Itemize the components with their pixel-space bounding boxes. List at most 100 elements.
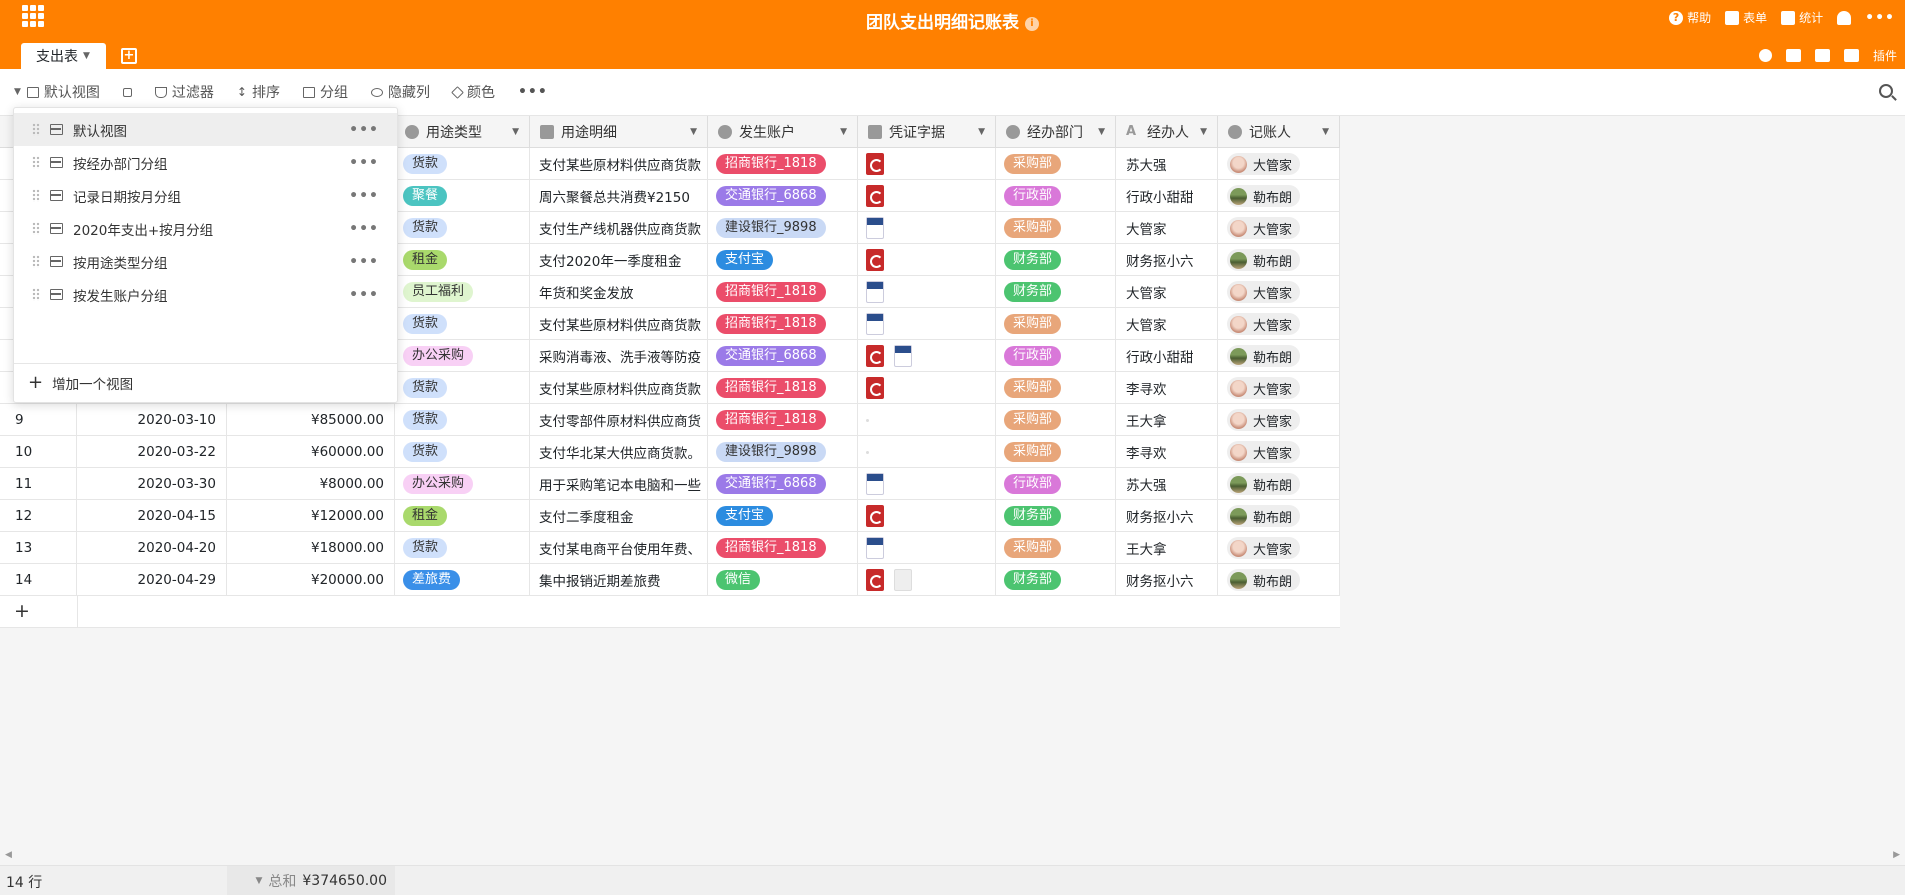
drag-handle-icon[interactable]	[32, 222, 40, 235]
add-table-button[interactable]: +	[121, 48, 137, 64]
dept-cell[interactable]: 财务部	[996, 276, 1116, 308]
dept-cell[interactable]: 财务部	[996, 244, 1116, 276]
sort-button[interactable]: ↕ 排序	[237, 82, 280, 102]
view-menu-item[interactable]: 按经办部门分组 •••	[14, 146, 397, 179]
form-button[interactable]: 表单	[1725, 9, 1767, 26]
voucher-cell[interactable]	[858, 564, 996, 596]
voucher-cell[interactable]	[858, 308, 996, 340]
dept-cell[interactable]: 财务部	[996, 500, 1116, 532]
account-cell[interactable]: 招商银行_1818	[708, 276, 858, 308]
stats-button[interactable]: 统计	[1781, 9, 1823, 26]
recorder-cell[interactable]: 大管家	[1218, 404, 1340, 436]
search-icon[interactable]	[1879, 84, 1893, 98]
date-cell[interactable]: 2020-04-29	[77, 564, 227, 596]
type-cell[interactable]: 办公采购	[395, 468, 530, 500]
table-row[interactable]: 14 2020-04-29 ¥20000.00 差旅费 集中报销近期差旅费 微信 财务部 财务…	[0, 564, 1340, 596]
chevron-down-icon[interactable]: ▼	[83, 51, 90, 61]
column-header-detail[interactable]: 用途明细 ▼	[530, 116, 708, 148]
amount-cell[interactable]: ¥8000.00	[227, 468, 395, 500]
account-cell[interactable]: 支付宝	[708, 500, 858, 532]
chevron-down-icon[interactable]: ▼	[840, 127, 847, 137]
recorder-cell[interactable]: 勒布朗	[1218, 468, 1340, 500]
recorder-cell[interactable]: 勒布朗	[1218, 564, 1340, 596]
detail-cell[interactable]: 支付某些原材料供应商货款	[530, 308, 708, 340]
horizontal-scrollbar[interactable]: ◀ ▶	[0, 847, 1905, 865]
dept-cell[interactable]: 采购部	[996, 372, 1116, 404]
view-menu-item[interactable]: 默认视图 •••	[14, 113, 397, 146]
account-cell[interactable]: 建设银行_9898	[708, 212, 858, 244]
dept-cell[interactable]: 采购部	[996, 308, 1116, 340]
voucher-cell[interactable]	[858, 148, 996, 180]
handler-cell[interactable]: 苏大强	[1116, 468, 1218, 500]
detail-cell[interactable]: 用于采购笔记本电脑和一些	[530, 468, 708, 500]
account-cell[interactable]: 招商银行_1818	[708, 308, 858, 340]
date-cell[interactable]: 2020-03-22	[77, 436, 227, 468]
chevron-down-icon[interactable]: ▼	[255, 876, 262, 886]
pdf-file-icon[interactable]	[866, 377, 884, 399]
help-button[interactable]: ? 帮助	[1669, 9, 1711, 26]
pdf-file-icon[interactable]	[866, 569, 884, 591]
column-header-voucher[interactable]: 凭证字据 ▼	[858, 116, 996, 148]
voucher-cell[interactable]	[858, 468, 996, 500]
handler-cell[interactable]: 苏大强	[1116, 148, 1218, 180]
recorder-cell[interactable]: 勒布朗	[1218, 340, 1340, 372]
voucher-cell[interactable]	[858, 436, 996, 468]
view-menu-item[interactable]: 按用途类型分组 •••	[14, 245, 397, 278]
pdf-file-icon[interactable]	[866, 185, 884, 207]
pdf-file-icon[interactable]	[866, 505, 884, 527]
amount-cell[interactable]: ¥20000.00	[227, 564, 395, 596]
tab-expense-table[interactable]: 支出表 ▼	[21, 43, 106, 69]
more-icon[interactable]: •••	[349, 189, 379, 203]
info-icon[interactable]: i	[1025, 17, 1039, 31]
more-icon[interactable]: •••	[349, 156, 379, 170]
table-row[interactable]: 10 2020-03-22 ¥60000.00 货款 支付华北某大供应商货款。 建设银行_…	[0, 436, 1340, 468]
detail-cell[interactable]: 支付二季度租金	[530, 500, 708, 532]
detail-cell[interactable]: 采购消毒液、洗手液等防疫	[530, 340, 708, 372]
drag-handle-icon[interactable]	[32, 255, 40, 268]
pdf-file-icon[interactable]	[866, 153, 884, 175]
handler-cell[interactable]: 王大拿	[1116, 532, 1218, 564]
recorder-cell[interactable]: 大管家	[1218, 436, 1340, 468]
type-cell[interactable]: 租金	[395, 244, 530, 276]
recorder-cell[interactable]: 大管家	[1218, 148, 1340, 180]
amount-cell[interactable]: ¥85000.00	[227, 404, 395, 436]
date-cell[interactable]: 2020-03-10	[77, 404, 227, 436]
drag-handle-icon[interactable]	[32, 189, 40, 202]
plugin-icon[interactable]	[1843, 49, 1859, 62]
handler-cell[interactable]: 大管家	[1116, 212, 1218, 244]
more-icon[interactable]: •••	[349, 255, 379, 269]
detail-cell[interactable]: 支付某些原材料供应商货款	[530, 372, 708, 404]
handler-cell[interactable]: 财务抠小六	[1116, 244, 1218, 276]
color-button[interactable]: 颜色	[451, 82, 495, 102]
pdf-file-icon[interactable]	[866, 249, 884, 271]
filter-button[interactable]: 过滤器	[154, 82, 214, 102]
add-view-button[interactable]: + 增加一个视图	[28, 372, 133, 393]
handler-cell[interactable]: 行政小甜甜	[1116, 180, 1218, 212]
handler-cell[interactable]: 大管家	[1116, 308, 1218, 340]
voucher-cell[interactable]	[858, 340, 996, 372]
dept-cell[interactable]: 财务部	[996, 564, 1116, 596]
detail-cell[interactable]: 支付生产线机器供应商货款	[530, 212, 708, 244]
chevron-down-icon[interactable]: ▼	[1322, 127, 1329, 137]
handler-cell[interactable]: 王大拿	[1116, 404, 1218, 436]
voucher-cell[interactable]	[858, 532, 996, 564]
notification-button[interactable]	[1837, 10, 1852, 25]
column-header-dept[interactable]: 经办部门 ▼	[996, 116, 1116, 148]
document-file-icon[interactable]	[866, 473, 884, 495]
type-cell[interactable]: 货款	[395, 436, 530, 468]
chevron-down-icon[interactable]: ▼	[14, 87, 21, 97]
lock-button[interactable]	[122, 87, 132, 97]
amount-cell[interactable]: ¥60000.00	[227, 436, 395, 468]
table-row[interactable]: 13 2020-04-20 ¥18000.00 货款 支付某电商平台使用年费、 招商银行_…	[0, 532, 1340, 564]
detail-cell[interactable]: 周六聚餐总共消费¥2150	[530, 180, 708, 212]
more-options-button[interactable]: •••	[518, 84, 548, 100]
voucher-cell[interactable]	[858, 372, 996, 404]
type-cell[interactable]: 员工福利	[395, 276, 530, 308]
detail-cell[interactable]: 年货和奖金发放	[530, 276, 708, 308]
document-file-icon[interactable]	[866, 537, 884, 559]
type-cell[interactable]: 租金	[395, 500, 530, 532]
more-icon[interactable]: •••	[349, 123, 379, 137]
handler-cell[interactable]: 财务抠小六	[1116, 564, 1218, 596]
chevron-down-icon[interactable]: ▼	[978, 127, 985, 137]
date-cell[interactable]: 2020-04-20	[77, 532, 227, 564]
